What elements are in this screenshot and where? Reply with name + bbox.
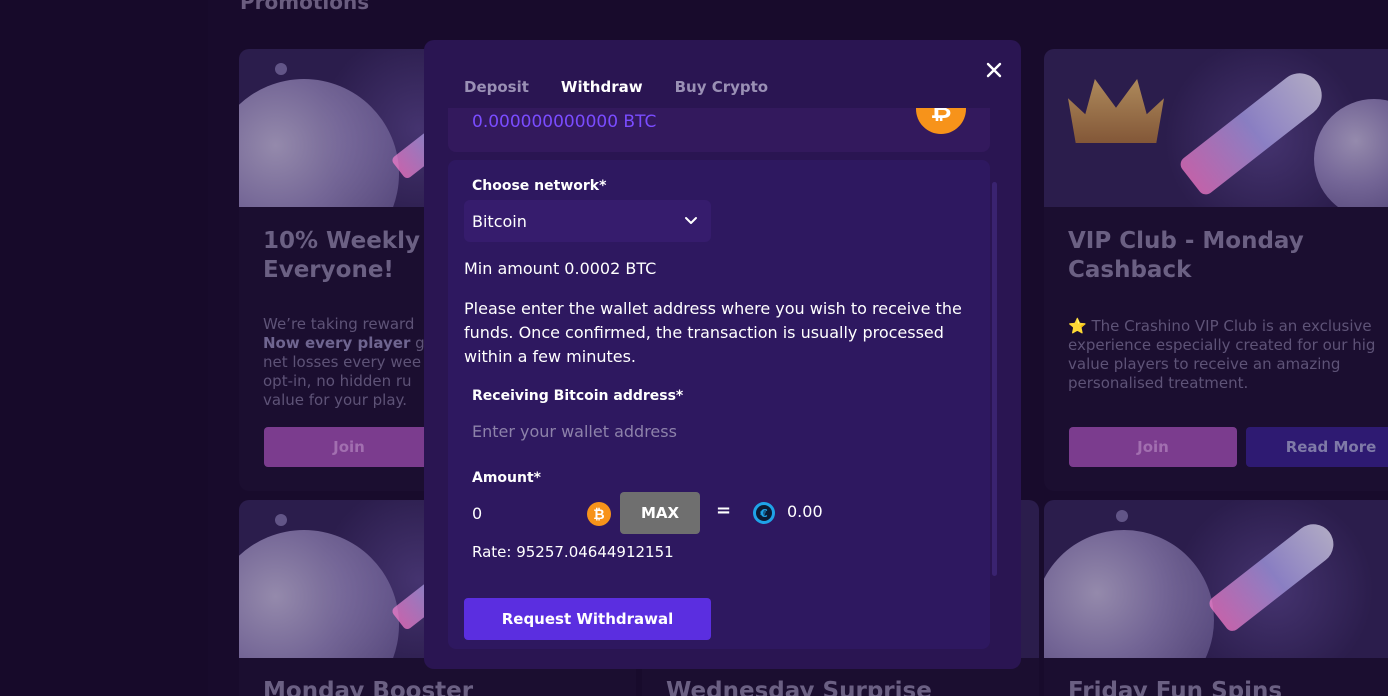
close-icon[interactable] <box>980 56 1008 84</box>
address-label: Receiving Bitcoin address* <box>472 388 684 404</box>
amount-label: Amount* <box>472 470 541 486</box>
promo-card-vip: VIP Club - Monday Cashback ⭐ The Crashin… <box>1044 49 1388 491</box>
read-more-button[interactable]: Read More <box>1246 427 1388 467</box>
equals-sign: = <box>716 500 732 521</box>
balance-box: 0.000000000000 BTC ₿ <box>448 108 990 152</box>
promo-description: We’re taking reward Now every player ge … <box>263 315 434 409</box>
join-button[interactable]: Join <box>1069 427 1237 467</box>
withdraw-instructions: Please enter the wallet address where yo… <box>464 299 962 366</box>
chevron-down-icon <box>683 212 699 228</box>
promo-card-image <box>1044 49 1388 207</box>
amount-input[interactable] <box>464 498 574 528</box>
promo-description: ⭐ The Crashino VIP Club is an exclusive … <box>1068 317 1376 392</box>
promo-title-wednesday-surprise: Wednesday Surprise <box>666 678 932 696</box>
network-label: Choose network* <box>472 178 607 194</box>
promo-title: VIP Club - Monday Cashback <box>1068 228 1304 283</box>
wallet-modal: Deposit Withdraw Buy Crypto 0.0000000000… <box>424 40 1021 669</box>
scrollbar[interactable] <box>992 182 997 576</box>
promo-title-friday-fun-spins: Friday Fun Spins <box>1068 678 1283 696</box>
tab-deposit[interactable]: Deposit <box>464 78 529 102</box>
euro-icon: € <box>753 502 775 524</box>
page-title: Promotions <box>240 0 370 14</box>
tab-withdraw[interactable]: Withdraw <box>561 78 643 102</box>
wallet-address-input[interactable] <box>464 415 964 447</box>
promo-title-monday-booster: Monday Booster <box>263 678 474 696</box>
promo-card-image <box>1044 500 1388 658</box>
left-sidebar-area <box>0 0 208 696</box>
wallet-tabs: Deposit Withdraw Buy Crypto <box>464 78 768 102</box>
fiat-amount: 0.00 <box>787 502 823 521</box>
network-select[interactable]: Bitcoin <box>464 200 711 242</box>
min-amount: Min amount 0.0002 BTC <box>464 259 657 278</box>
bitcoin-icon: ₿ <box>587 502 611 526</box>
join-button[interactable]: Join <box>264 427 434 467</box>
balance-value: 0.000000000000 BTC <box>472 112 657 132</box>
bitcoin-icon: ₿ <box>916 108 966 134</box>
request-withdrawal-button[interactable]: Request Withdrawal <box>464 598 711 640</box>
promo-card-friday-fun-spins <box>1044 500 1388 696</box>
exchange-rate: Rate: 95257.04644912151 <box>472 543 674 561</box>
max-button[interactable]: MAX <box>620 492 700 534</box>
network-select-value: Bitcoin <box>472 212 527 231</box>
promo-title: 10% Weekly C Everyone! <box>263 228 445 283</box>
tab-buy-crypto[interactable]: Buy Crypto <box>675 78 769 102</box>
